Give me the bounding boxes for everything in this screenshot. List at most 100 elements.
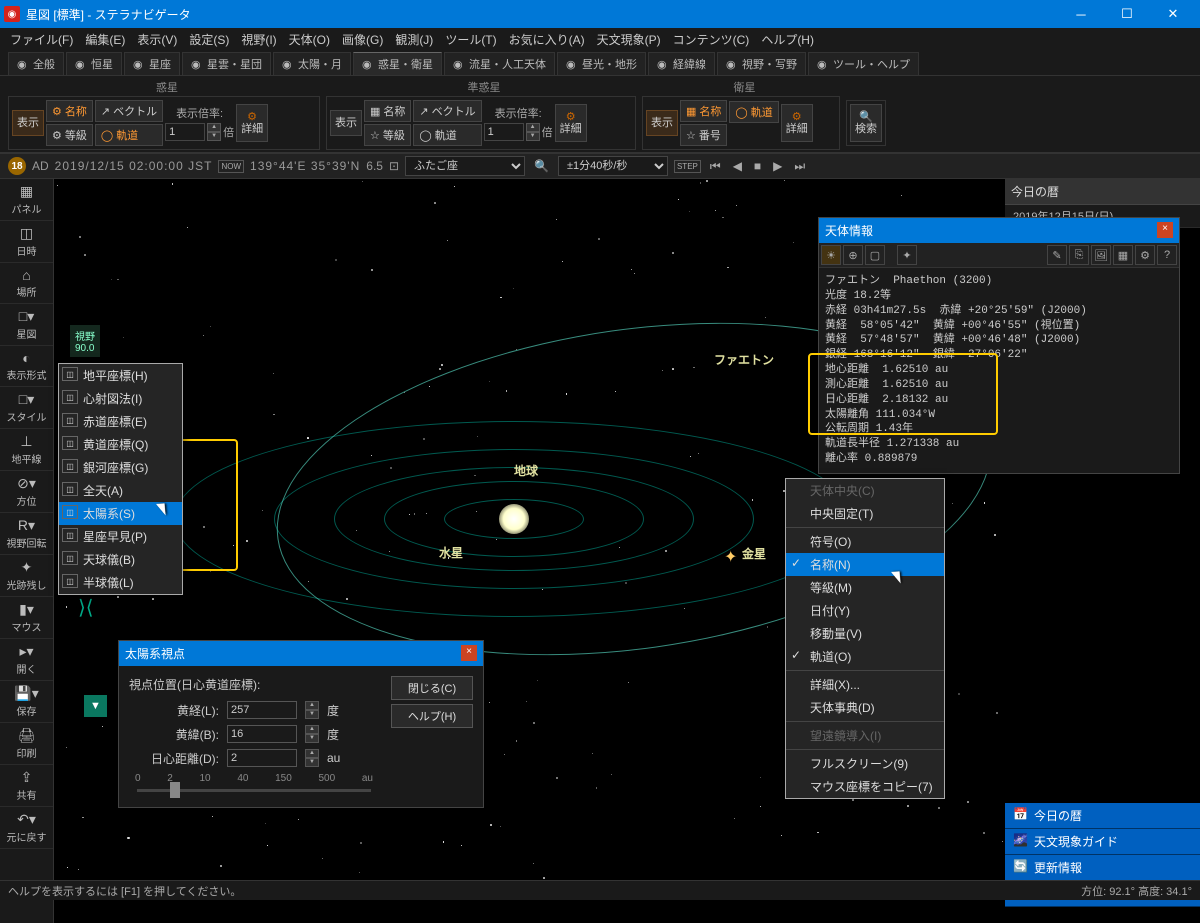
planets-name[interactable]: ⚙名称 [46,100,93,122]
search-icon[interactable]: 🔍 [531,159,552,173]
play-button[interactable]: ▶ [770,159,785,173]
view-menu-item[interactable]: ◫赤道座標(E) [59,410,182,433]
sidebar-item[interactable]: □▾スタイル [0,387,53,429]
planets-orbit[interactable]: ◯軌道 [95,124,163,146]
menu-item[interactable]: 編集(E) [79,28,131,50]
sidebar-item[interactable]: ▸▾開く [0,639,53,681]
search-button[interactable]: 🔍検索 [850,104,882,142]
venus-point[interactable]: ✦ [724,547,737,567]
sidebar-item[interactable]: ▮▾マウス [0,597,53,639]
menu-item[interactable]: 表示(V) [131,28,183,50]
view-menu-item[interactable]: ◫地平座標(H) [59,364,182,387]
context-menu-item[interactable]: 符号(O) [786,530,944,553]
planet-label-earth[interactable]: 地球 [514,462,538,479]
now-button[interactable]: NOW [218,160,244,173]
context-menu-item[interactable]: 日付(Y) [786,599,944,622]
sidebar-item[interactable]: ✦光跡残し [0,555,53,597]
location[interactable]: 139°44'E 35°39'N [250,159,360,173]
menu-item[interactable]: 画像(G) [336,28,389,50]
tab[interactable]: ◉流星・人工天体 [444,52,555,75]
minor-vector[interactable]: ↗ベクトル [413,100,481,122]
minor-scale-input[interactable] [484,123,524,141]
view-menu-item[interactable]: ◫星座早見(P) [59,525,182,548]
tab[interactable]: ◉太陽・月 [273,52,351,75]
planets-display[interactable]: 表示 [12,110,44,136]
info-close-button[interactable]: × [1157,222,1173,238]
dialog-close-btn[interactable]: 閉じる(C) [391,676,473,700]
menu-item[interactable]: コンテンツ(C) [667,28,756,50]
sat-name[interactable]: ▦名称 [680,100,727,122]
planet-label-phaethon[interactable]: ファエトン [714,351,774,368]
sidebar-item[interactable]: ◐表示形式 [0,346,53,387]
sidebar-item[interactable]: R▾視野回転 [0,513,53,555]
forward-button[interactable]: ⏭ [791,159,808,174]
prev-button[interactable]: ◀ [730,159,745,173]
sidebar-item[interactable]: 💾▾保存 [0,681,53,723]
info-tb-gear-icon[interactable]: ⚙ [1135,245,1155,265]
lat-input[interactable] [227,725,297,743]
fov-display[interactable]: 6.5 [366,159,383,173]
sidebar-item[interactable]: ⌂場所 [0,263,53,304]
distance-slider[interactable] [137,789,371,792]
sidebar-item[interactable]: ▦パネル [0,179,53,221]
maximize-button[interactable]: ☐ [1104,0,1150,28]
stop-button[interactable]: ■ [751,159,764,173]
info-tb-help-icon[interactable]: ? [1157,245,1177,265]
context-menu-item[interactable]: ✓軌道(O) [786,645,944,668]
datetime[interactable]: 2019/12/15 02:00:00 JST [55,159,213,173]
minor-orbit[interactable]: ◯軌道 [413,124,481,146]
sidebar-item[interactable]: ◫日時 [0,221,53,263]
view-menu-item[interactable]: ◫銀河座標(G) [59,456,182,479]
info-tb-image-icon[interactable]: 🖼 [1091,245,1111,265]
view-menu-item[interactable]: ◫心射図法(I) [59,387,182,410]
menu-item[interactable]: 観測(J) [389,28,439,50]
constellation-select[interactable]: ふたご座 [405,156,525,176]
context-menu-item[interactable]: 移動量(V) [786,622,944,645]
planets-scale-input[interactable] [165,123,205,141]
tab[interactable]: ◉全般 [8,52,64,75]
minimize-button[interactable]: ─ [1058,0,1104,28]
minor-display[interactable]: 表示 [330,110,362,136]
sidebar-item[interactable]: 🖨印刷 [0,723,53,765]
tab[interactable]: ◉経緯線 [648,52,715,75]
minor-detail[interactable]: ⚙詳細 [555,104,587,142]
fov-icon[interactable]: ⊡ [389,159,399,173]
sat-num[interactable]: ☆番号 [680,124,727,146]
context-menu-item[interactable]: 中央固定(T) [786,502,944,525]
planet-label-venus[interactable]: 金星 [742,545,766,562]
info-tb-sparkle-icon[interactable]: ✦ [897,245,917,265]
planets-vector[interactable]: ↗ベクトル [95,100,163,122]
info-tb-sun-icon[interactable]: ☀ [821,245,841,265]
lon-input[interactable] [227,701,297,719]
view-menu-item[interactable]: ◫黄道座標(Q) [59,433,182,456]
sidebar-item[interactable]: ↶▾元に戻す [0,807,53,849]
menu-item[interactable]: 天文現象(P) [591,28,667,50]
context-menu-item[interactable]: フルスクリーン(9) [786,752,944,775]
minor-name[interactable]: ▦名称 [364,100,411,122]
tab[interactable]: ◉星雲・星団 [182,52,271,75]
tab[interactable]: ◉昼光・地形 [557,52,646,75]
view-menu-item[interactable]: ◫天球儀(B) [59,548,182,571]
context-menu-item[interactable]: 詳細(X)... [786,673,944,696]
info-tb-target-icon[interactable]: ⊕ [843,245,863,265]
menu-item[interactable]: 視野(I) [235,28,282,50]
sidebar-item[interactable]: ⊥地平線 [0,429,53,471]
menu-item[interactable]: ファイル(F) [4,28,79,50]
menu-item[interactable]: 設定(S) [183,28,235,50]
tab[interactable]: ◉恒星 [66,52,122,75]
context-menu-item[interactable]: ✓名称(N) [786,553,944,576]
tab[interactable]: ◉ツール・ヘルプ [808,52,919,75]
menu-item[interactable]: お気に入り(A) [503,28,591,50]
context-menu-item[interactable]: 天体事典(D) [786,696,944,719]
dialog-help-btn[interactable]: ヘルプ(H) [391,704,473,728]
view-menu-item[interactable]: ◫半球儀(L) [59,571,182,594]
menu-item[interactable]: ツール(T) [439,28,502,50]
tab[interactable]: ◉視野・写野 [717,52,806,75]
dist-input[interactable] [227,749,297,767]
speed-select[interactable]: ±1分40秒/秒 [558,156,668,176]
planet-label-mercury[interactable]: 水星 [439,544,463,561]
view-menu-item[interactable]: ◫全天(A) [59,479,182,502]
down-marker-icon[interactable]: ▼ [84,695,107,717]
dialog-close-button[interactable]: × [461,645,477,661]
right-nav-item[interactable]: 🔄更新情報 [1005,855,1200,881]
